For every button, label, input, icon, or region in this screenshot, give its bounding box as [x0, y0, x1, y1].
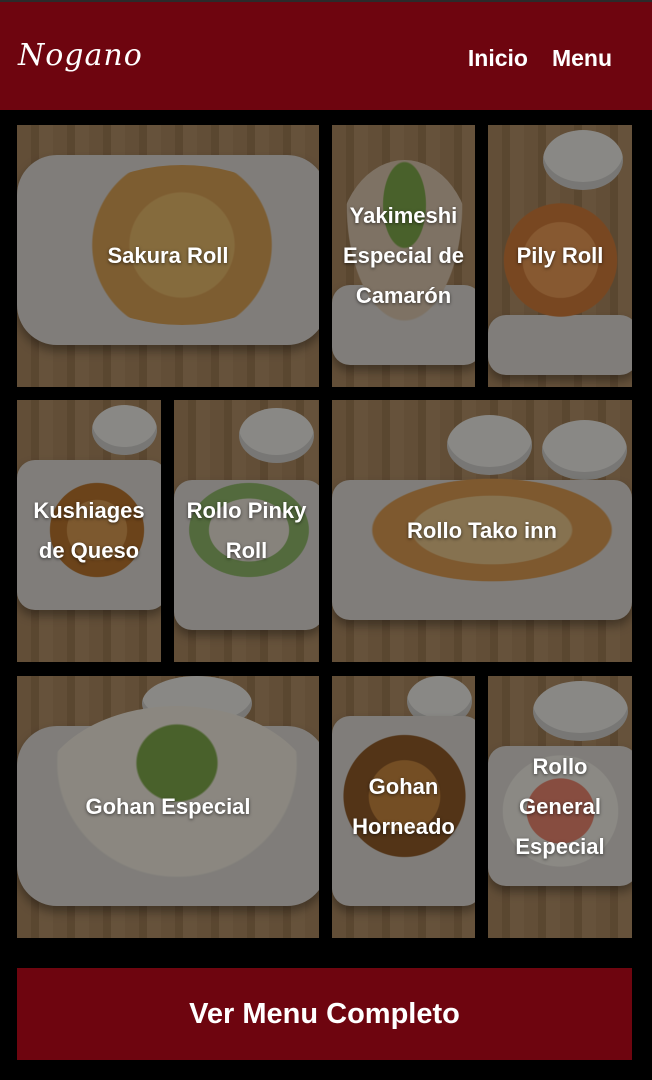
dish-label: Gohan Especial — [85, 794, 251, 819]
dish-card-rollo-general-especial[interactable]: Rollo General Especial — [488, 676, 632, 938]
dish-card-rollo-pinky-roll[interactable]: Rollo Pinky Roll — [174, 400, 319, 662]
dish-card-rollo-tako-inn[interactable]: Rollo Tako inn — [332, 400, 632, 662]
dish-label: Gohan Horneado — [352, 774, 455, 839]
dish-card-pily-roll[interactable]: Pily Roll — [488, 125, 632, 387]
main-nav: Inicio Menu — [468, 45, 612, 72]
dish-label: Yakimeshi Especial de Camarón — [342, 203, 465, 308]
dish-card-yakimeshi-especial[interactable]: Yakimeshi Especial de Camarón — [332, 125, 475, 387]
dish-label: Rollo General Especial — [515, 754, 605, 859]
top-navbar: Nogano Inicio Menu — [0, 0, 652, 110]
nav-link-inicio[interactable]: Inicio — [468, 45, 528, 72]
dish-label: Rollo Pinky Roll — [186, 498, 307, 563]
brand-logo[interactable]: Nogano — [18, 38, 143, 73]
ver-menu-completo-button[interactable]: Ver Menu Completo — [17, 968, 632, 1060]
dish-card-gohan-horneado[interactable]: Gohan Horneado — [332, 676, 475, 938]
dish-label: Kushiages de Queso — [33, 498, 145, 563]
dish-card-gohan-especial[interactable]: Gohan Especial — [17, 676, 319, 938]
nav-link-menu[interactable]: Menu — [552, 45, 612, 72]
dish-label: Sakura Roll — [107, 243, 229, 268]
dish-label: Rollo Tako inn — [407, 518, 557, 543]
dish-card-sakura-roll[interactable]: Sakura Roll — [17, 125, 319, 387]
dish-card-kushiages-de-queso[interactable]: Kushiages de Queso — [17, 400, 161, 662]
dish-label: Pily Roll — [516, 243, 604, 268]
